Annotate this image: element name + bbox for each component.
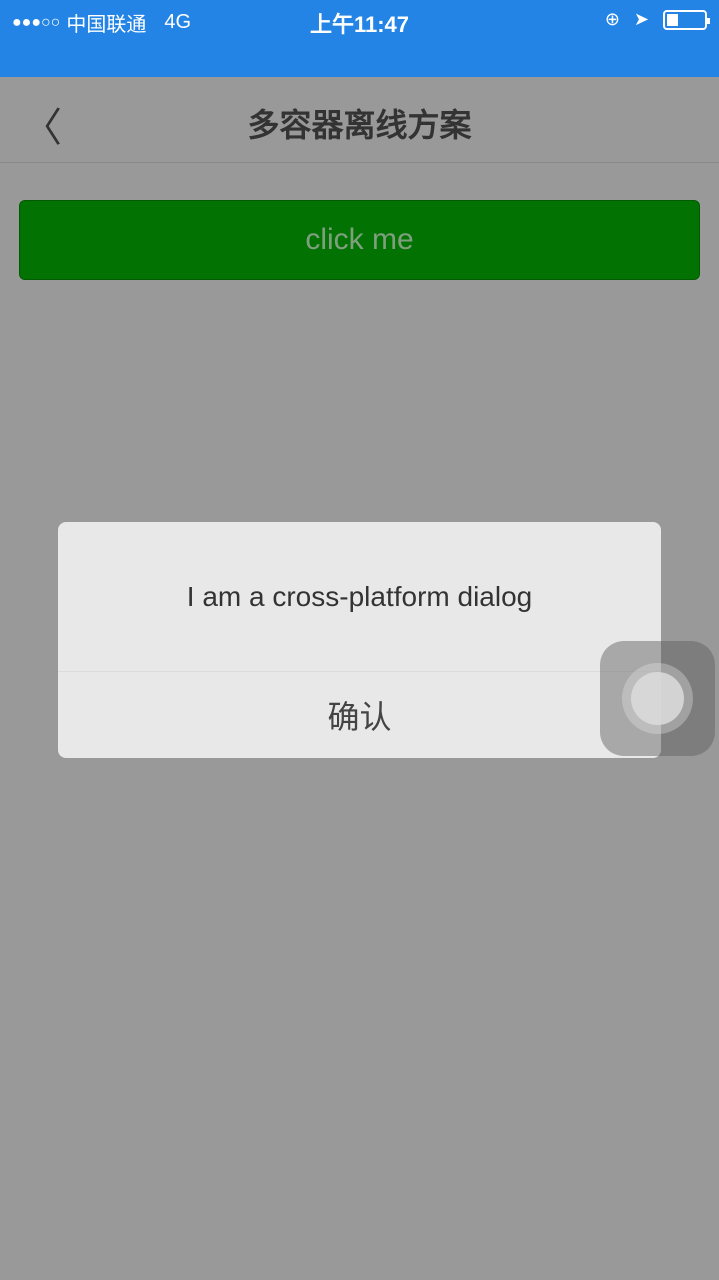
alert-dialog: I am a cross-platform dialog 确认 [58, 522, 661, 758]
page-title: 多容器离线方案 [247, 107, 472, 143]
dialog-message: I am a cross-platform dialog [58, 522, 661, 672]
battery-icon [663, 9, 710, 30]
click-me-button[interactable]: click me [19, 200, 700, 280]
location-arrow-icon: ➤ [633, 9, 649, 29]
status-bar: ●●●○○ 中国联通 4G 上午11:47 ⊕ ➤ [0, 0, 719, 77]
lock-rotation-icon: ⊕ [604, 9, 620, 29]
confirm-button[interactable]: 确认 [58, 672, 661, 758]
assistive-touch-button[interactable] [600, 641, 715, 756]
assistive-touch-dot-icon [631, 672, 684, 725]
navigation-bar: 〈 多容器离线方案 [0, 77, 719, 163]
